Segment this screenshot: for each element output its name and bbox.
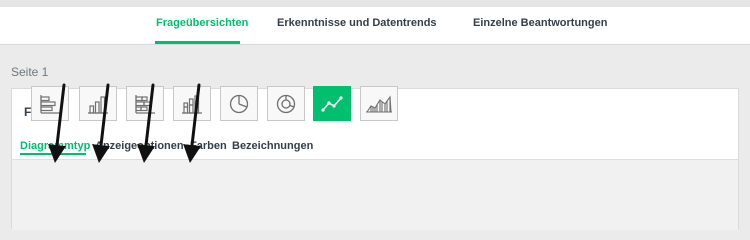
chart-type-line-button[interactable] <box>313 86 351 121</box>
tab-erkenntnisse-und-datentrends[interactable]: Erkenntnisse und Datentrends <box>277 17 437 29</box>
chart-type-stacked-vertical-bar-button[interactable] <box>173 86 211 121</box>
line-chart-icon <box>321 95 343 112</box>
subtab-anzeigeoptionen[interactable]: Anzeigeoptionen <box>95 140 184 152</box>
horizontal-bar-chart-icon <box>40 94 60 114</box>
top-strip <box>0 0 750 7</box>
subtab-bezeichnungen[interactable]: Bezeichnungen <box>232 140 313 152</box>
donut-chart-icon <box>276 94 296 113</box>
analysis-top-nav: Frageübersichten Erkenntnisse und Datent… <box>0 7 750 45</box>
tab-frageuebersichten[interactable]: Frageübersichten <box>156 17 248 29</box>
chart-type-vertical-bar-button[interactable] <box>79 86 117 121</box>
active-subtab-underline <box>20 153 86 155</box>
stacked-vertical-bar-chart-icon <box>182 94 202 114</box>
stacked-horizontal-bar-chart-icon <box>135 94 155 114</box>
area-chart-icon <box>366 94 392 113</box>
chart-type-stacked-horizontal-bar-button[interactable] <box>126 86 164 121</box>
subtab-diagrammtyp[interactable]: Diagrammtyp <box>20 140 90 152</box>
chart-type-area-button[interactable] <box>360 86 398 121</box>
chart-type-horizontal-bar-button[interactable] <box>31 86 69 121</box>
chart-type-panel <box>12 159 738 230</box>
page-label: Seite 1 <box>11 65 49 79</box>
chart-type-pie-button[interactable] <box>220 86 258 121</box>
subtab-farben[interactable]: Farben <box>190 140 227 152</box>
active-tab-underline <box>155 41 240 44</box>
chart-type-donut-button[interactable] <box>267 86 305 121</box>
vertical-bar-chart-icon <box>88 95 108 114</box>
pie-chart-icon <box>229 94 249 113</box>
tab-einzelne-beantwortungen[interactable]: Einzelne Beantwortungen <box>473 17 607 29</box>
